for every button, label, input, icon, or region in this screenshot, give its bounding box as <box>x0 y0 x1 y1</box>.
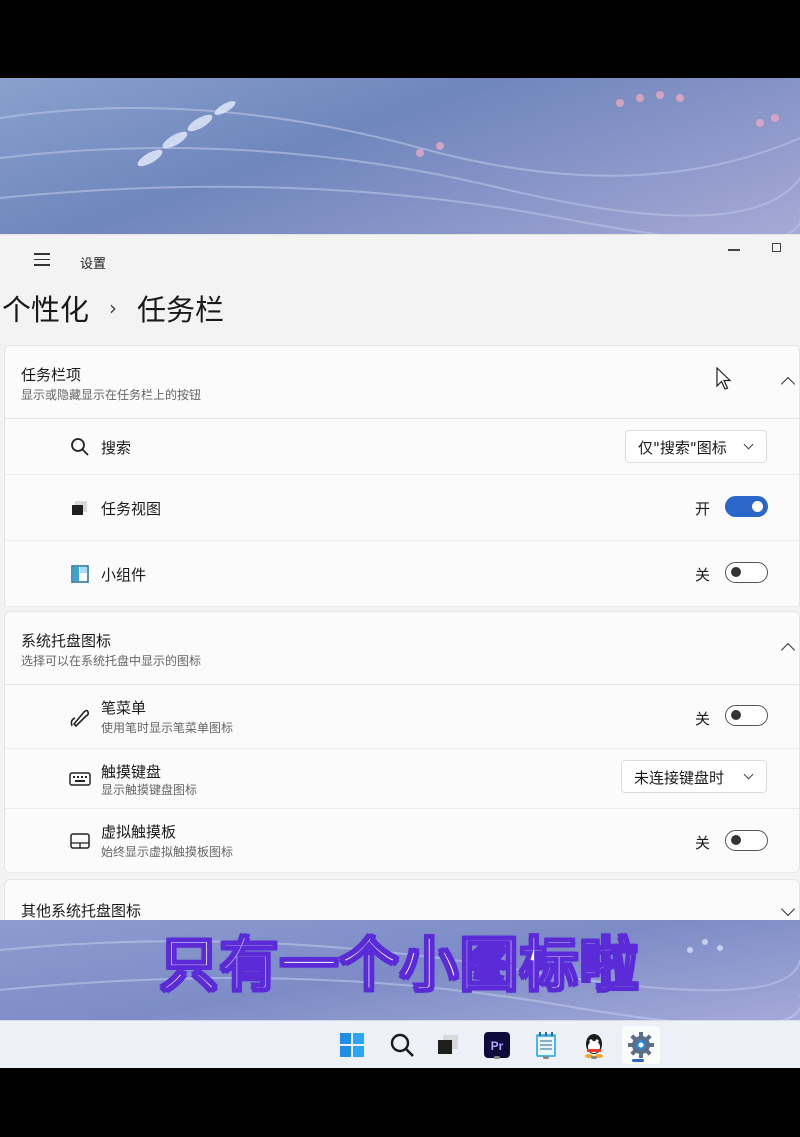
chevron-up-icon[interactable] <box>780 376 796 392</box>
app-title: 设置 <box>80 257 107 272</box>
setting-label: 笔菜单 <box>101 699 147 717</box>
notepad-icon[interactable] <box>530 1029 562 1061</box>
setting-description: 显示触摸键盘图标 <box>101 783 198 797</box>
chevron-down-icon[interactable] <box>780 901 796 917</box>
chevron-down-icon <box>743 769 754 780</box>
toggle-state-label: 关 <box>695 834 711 852</box>
toggle-state-label: 开 <box>695 500 711 518</box>
setting-label: 虚拟触摸板 <box>101 823 177 841</box>
video-caption: 只有一个小图标啦 <box>159 930 640 1000</box>
search-icon <box>71 438 89 456</box>
section-title: 系统托盘图标 <box>21 632 112 650</box>
task-view-toggle[interactable] <box>725 496 768 517</box>
setting-row-task-view: 任务视图 开 <box>4 475 800 541</box>
running-indicator <box>543 1056 549 1059</box>
setting-description: 使用笔时显示笔菜单图标 <box>101 721 234 735</box>
settings-icon[interactable] <box>622 1026 660 1064</box>
minimize-button[interactable] <box>728 249 740 251</box>
setting-label: 小组件 <box>101 566 147 584</box>
setting-row-widgets: 小组件 关 <box>4 541 800 607</box>
pen-icon <box>70 709 90 728</box>
breadcrumb-separator-icon: › <box>109 296 118 320</box>
setting-label: 搜索 <box>101 439 132 457</box>
active-indicator <box>632 1059 644 1062</box>
breadcrumb-parent[interactable]: 个性化 <box>2 287 89 329</box>
task-view-icon[interactable] <box>432 1029 464 1061</box>
mouse-cursor-icon <box>716 367 732 390</box>
search-mode-dropdown[interactable]: 仅"搜索"图标 <box>625 430 767 463</box>
chevron-up-icon[interactable] <box>780 642 796 658</box>
windows-start-icon[interactable] <box>336 1029 368 1061</box>
section-subtitle: 显示或隐藏显示在任务栏上的按钮 <box>21 388 202 402</box>
section-subtitle: 选择可以在系统托盘中显示的图标 <box>21 654 202 668</box>
settings-window: 设置 个性化 › 任务栏 任务栏项 显示或隐藏显示在任务栏上的按钮 搜索 仅"搜… <box>0 234 800 922</box>
setting-row-search: 搜索 仅"搜索"图标 <box>4 419 800 475</box>
qq-icon[interactable] <box>578 1029 610 1061</box>
chevron-down-icon <box>743 439 754 450</box>
touch-keyboard-dropdown[interactable]: 未连接键盘时 <box>621 760 767 793</box>
section-taskbar-items-header[interactable]: 任务栏项 显示或隐藏显示在任务栏上的按钮 <box>4 345 800 419</box>
setting-row-pen-menu: 笔菜单 使用笔时显示笔菜单图标 关 <box>4 685 800 749</box>
pen-menu-toggle[interactable] <box>725 705 768 726</box>
desktop-wallpaper <box>0 78 800 238</box>
maximize-button[interactable] <box>772 243 781 252</box>
setting-label: 任务视图 <box>101 500 162 518</box>
breadcrumb: 个性化 › 任务栏 <box>2 287 224 329</box>
task-view-icon <box>72 501 87 515</box>
running-indicator <box>494 1056 500 1059</box>
dropdown-value: 仅"搜索"图标 <box>638 439 727 457</box>
widgets-toggle[interactable] <box>725 562 768 583</box>
setting-row-virtual-touchpad: 虚拟触摸板 始终显示虚拟触摸板图标 关 <box>4 809 800 873</box>
page-title: 任务栏 <box>137 293 225 327</box>
taskbar: Pr <box>0 1020 800 1068</box>
title-bar: 设置 <box>0 235 800 283</box>
premiere-pro-icon[interactable]: Pr <box>481 1029 513 1061</box>
dropdown-value: 未连接键盘时 <box>634 769 725 787</box>
toggle-state-label: 关 <box>695 710 711 728</box>
widgets-icon <box>71 565 89 583</box>
setting-row-touch-keyboard: 触摸键盘 显示触摸键盘图标 未连接键盘时 <box>4 749 800 809</box>
toggle-state-label: 关 <box>695 566 711 584</box>
setting-label: 触摸键盘 <box>101 763 162 781</box>
hamburger-menu-icon[interactable] <box>34 253 50 266</box>
section-title: 任务栏项 <box>21 366 82 384</box>
section-tray-icons-header[interactable]: 系统托盘图标 选择可以在系统托盘中显示的图标 <box>4 611 800 685</box>
setting-description: 始终显示虚拟触摸板图标 <box>101 845 234 859</box>
premiere-label: Pr <box>491 1039 504 1053</box>
search-icon[interactable] <box>386 1029 418 1061</box>
keyboard-icon <box>69 772 91 786</box>
virtual-touchpad-toggle[interactable] <box>725 830 768 851</box>
touchpad-icon <box>70 833 90 849</box>
running-indicator <box>591 1056 597 1059</box>
section-other-tray-header[interactable]: 其他系统托盘图标 <box>4 879 800 922</box>
